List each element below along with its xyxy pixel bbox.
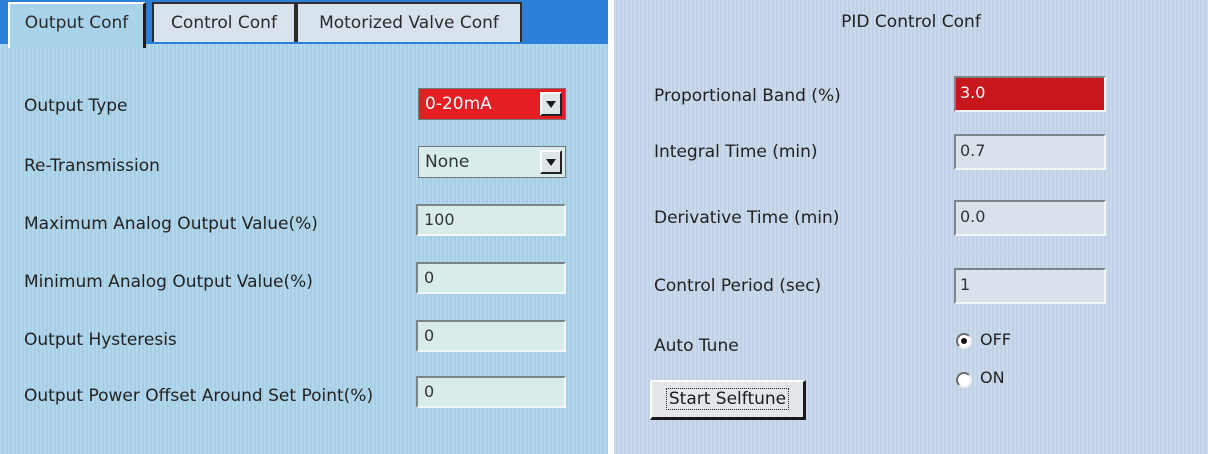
pid-control-panel: PID Control Conf Proportional Band (%) 3…	[614, 0, 1208, 454]
integral-time-field[interactable]: 0.7	[954, 134, 1106, 170]
control-period-field[interactable]: 1	[954, 268, 1106, 304]
auto-tune-on-label: ON	[980, 368, 1005, 387]
output-power-offset-label: Output Power Offset Around Set Point(%)	[24, 386, 374, 406]
re-transmission-label: Re-Transmission	[24, 156, 160, 176]
tab-control-conf[interactable]: Control Conf	[152, 2, 296, 42]
panel-title: PID Control Conf	[841, 12, 981, 32]
auto-tune-on-radio[interactable]	[956, 372, 972, 388]
output-hysteresis-label: Output Hysteresis	[24, 330, 177, 350]
chevron-down-icon[interactable]	[540, 92, 562, 116]
integral-time-label: Integral Time (min)	[654, 142, 818, 162]
tab-motorized-valve-conf[interactable]: Motorized Valve Conf	[296, 2, 522, 42]
output-type-value: 0-20mA	[425, 94, 492, 114]
re-transmission-select[interactable]: None	[418, 146, 566, 178]
control-period-label: Control Period (sec)	[654, 276, 822, 296]
derivative-time-label: Derivative Time (min)	[654, 208, 840, 228]
output-hysteresis-field[interactable]: 0	[416, 320, 566, 352]
proportional-band-label: Proportional Band (%)	[654, 86, 841, 106]
chevron-down-icon[interactable]	[540, 150, 562, 174]
auto-tune-label: Auto Tune	[654, 336, 739, 356]
auto-tune-off-radio[interactable]	[956, 333, 972, 349]
start-selftune-label: Start Selftune	[665, 388, 790, 410]
output-conf-panel: Output Conf Control Conf Motorized Valve…	[0, 0, 608, 454]
max-analog-output-label: Maximum Analog Output Value(%)	[24, 214, 318, 234]
max-analog-output-field[interactable]: 100	[416, 204, 566, 236]
proportional-band-field[interactable]: 3.0	[954, 76, 1106, 112]
start-selftune-button[interactable]: Start Selftune	[650, 380, 806, 420]
re-transmission-value: None	[425, 152, 470, 172]
auto-tune-off-label: OFF	[980, 330, 1011, 349]
output-type-label: Output Type	[24, 96, 128, 116]
screenshot-root: Output Conf Control Conf Motorized Valve…	[0, 0, 1208, 454]
derivative-time-field[interactable]: 0.0	[954, 200, 1106, 236]
output-power-offset-field[interactable]: 0	[416, 376, 566, 408]
min-analog-output-label: Minimum Analog Output Value(%)	[24, 272, 313, 292]
output-type-select[interactable]: 0-20mA	[418, 88, 566, 120]
tab-output-conf[interactable]: Output Conf	[8, 2, 146, 48]
min-analog-output-field[interactable]: 0	[416, 262, 566, 294]
